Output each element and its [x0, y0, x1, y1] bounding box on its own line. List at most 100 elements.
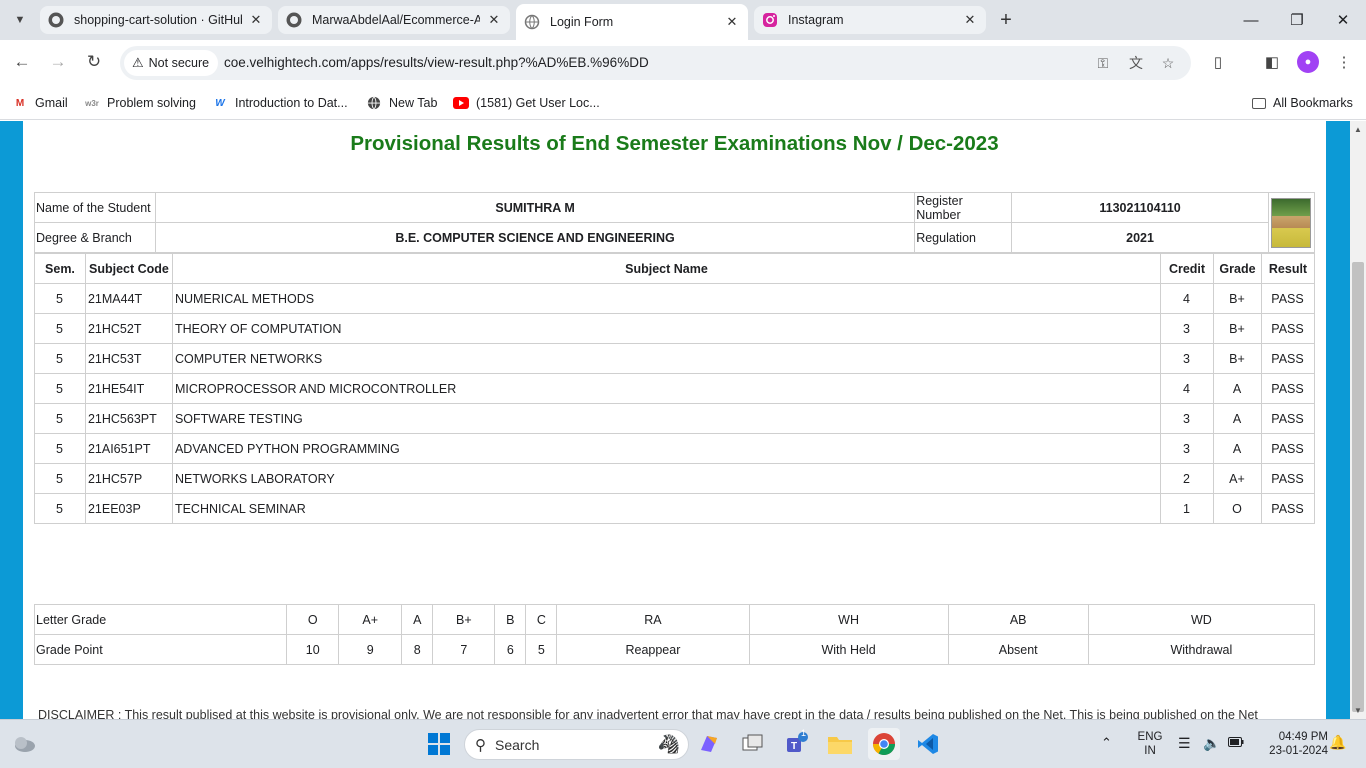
forward-button[interactable]: → [44, 48, 72, 76]
security-chip[interactable]: ⚠ Not secure [124, 50, 219, 76]
tab-login-form[interactable]: Login Form ✕ [516, 4, 748, 40]
bookmark-label: New Tab [389, 96, 438, 110]
wifi-icon[interactable]: ☰ [1178, 736, 1191, 750]
minimize-icon: — [1243, 11, 1259, 29]
bookmark-introduction[interactable]: W Introduction to Dat... [212, 93, 347, 113]
menu-icon[interactable]: ⋮ [1332, 50, 1356, 74]
letter-grade-row: Letter Grade O A+ A B+ B C RA WH AB WD [33, 604, 1316, 635]
new-tab-button[interactable]: + [993, 7, 1019, 33]
tab-strip: ▼ shopping-cart-solution · GitHub ✕ Marw… [0, 0, 1366, 40]
side-panel-icon[interactable]: ◧ [1260, 50, 1284, 74]
profile-avatar[interactable]: ● [1297, 51, 1319, 73]
close-icon[interactable]: ✕ [248, 12, 264, 28]
tab-ecommerce[interactable]: MarwaAbdelAal/Ecommerce-Ap ✕ [278, 6, 510, 34]
address-bar[interactable]: ⚠ Not secure coe.velhightech.com/apps/re… [120, 46, 1191, 80]
minimize-button[interactable]: — [1239, 8, 1263, 32]
grade-point-cell: With Held [748, 634, 949, 665]
start-button[interactable] [423, 728, 455, 760]
subject-code-cell: 21MA44T [84, 283, 173, 314]
key-icon[interactable]: ⚿ [1093, 53, 1113, 73]
weather-icon[interactable] [8, 728, 40, 760]
scroll-up-icon[interactable]: ▲ [1353, 125, 1363, 135]
close-window-button[interactable]: ✕ [1331, 8, 1355, 32]
chevron-up-icon[interactable]: ⌃ [1101, 736, 1112, 750]
language-code: ENG [1137, 731, 1163, 743]
subject-name-cell: COMPUTER NETWORKS [171, 343, 1162, 374]
scrollbar-thumb[interactable] [1352, 262, 1364, 712]
tab-shopping-cart[interactable]: shopping-cart-solution · GitHub ✕ [40, 6, 272, 34]
plus-icon: + [1000, 8, 1012, 31]
tab-instagram[interactable]: Instagram ✕ [754, 6, 986, 34]
all-bookmarks[interactable]: All Bookmarks [1252, 93, 1353, 113]
star-icon[interactable]: ☆ [1158, 53, 1178, 73]
close-icon: ✕ [1336, 12, 1350, 29]
globe-icon [366, 95, 382, 111]
bookmark-new-tab[interactable]: New Tab [366, 93, 437, 113]
letter-grade-cell: RA [556, 604, 750, 635]
notification-bell-icon[interactable]: 🔔 [1329, 735, 1346, 749]
marks-row: 5 21EE03P TECHNICAL SEMINAR 1 O PASS [34, 493, 1316, 524]
restore-button[interactable]: ❐ [1285, 8, 1309, 32]
volume-icon[interactable]: 🔈 [1203, 736, 1220, 750]
grade-point-cell: 10 [286, 634, 340, 665]
grade-point-label: Grade Point [33, 634, 288, 665]
scroll-down-icon[interactable]: ▼ [1353, 706, 1363, 716]
bookmark-youtube[interactable]: (1581) Get User Loc... [453, 93, 600, 113]
bookmark-gmail[interactable]: M Gmail [12, 93, 68, 113]
marks-row: 5 21AI651PT ADVANCED PYTHON PROGRAMMING 3 A P… [34, 433, 1316, 464]
grade-point-row: Grade Point 10 9 8 7 6 5 Reappear With Held Abse… [33, 634, 1316, 665]
browser-toolbar: ← → ↻ ⚠ Not secure coe.velhightech.com/a… [0, 40, 1366, 86]
language-indicator[interactable]: ENG IN [1134, 730, 1166, 758]
disclaimer: DISCLAIMER : This result publised at thi… [38, 708, 1258, 719]
header-subject-name: Subject Name [171, 253, 1162, 284]
translate-icon[interactable]: 文 [1126, 53, 1146, 73]
marks-row: 5 21HC53T COMPUTER NETWORKS 3 B+ PASS [34, 343, 1316, 374]
page-scrollbar[interactable]: ▲ ▼ [1350, 121, 1366, 719]
degree-branch: B.E. COMPUTER SCIENCE AND ENGINEERING [154, 222, 916, 253]
w3r-icon: w3r [85, 98, 99, 108]
taskbar-search[interactable]: ⚲ Search 🦓 [464, 729, 689, 760]
instagram-icon [762, 12, 778, 28]
chrome-taskbar-icon[interactable] [868, 728, 900, 760]
photo-cell [1267, 192, 1316, 253]
clock-time: 04:49 PM [1278, 731, 1328, 743]
letter-grade-cell: B+ [432, 604, 496, 635]
grade-point-cell: 5 [525, 634, 558, 665]
close-icon[interactable]: ✕ [724, 14, 740, 30]
url-text[interactable]: coe.velhightech.com/apps/results/view-re… [224, 55, 649, 70]
marks-row: 5 21MA44T NUMERICAL METHODS 4 B+ PASS [34, 283, 1316, 314]
vscode-icon[interactable] [912, 728, 944, 760]
battery-icon[interactable] [1228, 737, 1244, 751]
svg-text:T: T [791, 741, 797, 752]
taskbar: ⚲ Search 🦓 T 1 ⌃ ENG IN ☰ 🔈 04:49 PM 23-… [0, 719, 1366, 768]
task-view-icon[interactable] [737, 728, 769, 760]
copilot-icon[interactable] [693, 728, 725, 760]
bookmark-label: (1581) Get User Loc... [476, 96, 600, 110]
tab-search-button[interactable]: ▼ [8, 8, 32, 32]
tab-title: shopping-cart-solution · GitHub [74, 13, 242, 27]
tab-title: Instagram [788, 13, 844, 27]
clock[interactable]: 04:49 PM 23-01-2024 [1256, 730, 1328, 758]
sem-cell: 5 [34, 283, 86, 314]
grade-cell: A+ [1213, 463, 1262, 494]
back-button[interactable]: ← [8, 48, 36, 76]
close-icon[interactable]: ✕ [486, 12, 502, 28]
grade-cell: A [1213, 403, 1262, 434]
teams-icon[interactable]: T 1 [780, 728, 812, 760]
subject-name-cell: THEORY OF COMPUTATION [171, 313, 1162, 344]
grade-cell: B+ [1213, 343, 1262, 374]
reload-button[interactable]: ↻ [80, 48, 108, 76]
letter-grade-cell: O [286, 604, 340, 635]
grade-legend-table: Letter Grade O A+ A B+ B C RA WH AB WD Grade Poin… [33, 604, 1316, 665]
subject-name-cell: TECHNICAL SEMINAR [171, 493, 1162, 524]
extensions-icon[interactable]: ▯ [1206, 50, 1230, 74]
credit-cell: 2 [1160, 463, 1214, 494]
letter-grade-cell: A [401, 604, 434, 635]
letter-grade-cell: WH [748, 604, 949, 635]
marks-row: 5 21HE54IT MICROPROCESSOR AND MICROCONTROL… [34, 373, 1316, 404]
file-explorer-icon[interactable] [824, 728, 856, 760]
globe-icon [524, 14, 540, 30]
subject-code-cell: 21AI651PT [84, 433, 173, 464]
bookmark-problem-solving[interactable]: w3r Problem solving [84, 93, 196, 113]
close-icon[interactable]: ✕ [962, 12, 978, 28]
